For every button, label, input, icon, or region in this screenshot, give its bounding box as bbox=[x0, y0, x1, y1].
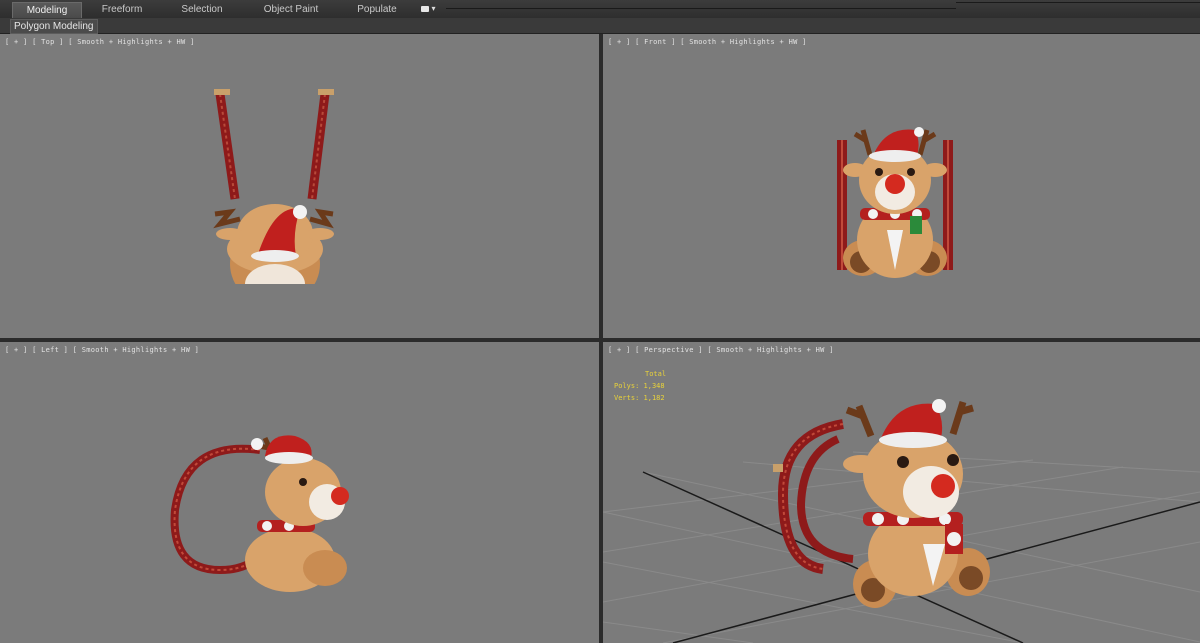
reindeer-model-perspective[interactable] bbox=[763, 394, 1003, 624]
tab-selection[interactable]: Selection bbox=[172, 2, 232, 17]
ribbon-divider-2 bbox=[956, 2, 1200, 3]
ribbon-tab-bar: Modeling Freeform Selection Object Paint… bbox=[0, 0, 1200, 19]
tab-freeform[interactable]: Freeform bbox=[92, 2, 152, 17]
tab-populate[interactable]: Populate bbox=[348, 2, 406, 17]
viewport-label-front[interactable]: [ + ] [ Front ] [ Smooth + Highlights + … bbox=[608, 38, 807, 46]
reindeer-model-left[interactable] bbox=[165, 430, 355, 600]
reindeer-model-front[interactable] bbox=[825, 120, 965, 290]
tab-object-paint[interactable]: Object Paint bbox=[256, 2, 326, 17]
viewport-perspective[interactable]: [ + ] [ Perspective ] [ Smooth + Highlig… bbox=[603, 342, 1200, 643]
tab-modeling[interactable]: Modeling bbox=[12, 2, 82, 18]
reindeer-model-top[interactable] bbox=[200, 84, 350, 284]
chevron-down-icon: ▾ bbox=[431, 4, 436, 13]
ribbon-divider bbox=[446, 8, 956, 9]
viewport-left[interactable]: [ + ] [ Left ] [ Smooth + Highlights + H… bbox=[0, 342, 599, 643]
ribbon-minimize-icon bbox=[421, 5, 429, 12]
ribbon-options-dropdown[interactable]: ▾ bbox=[421, 4, 439, 14]
polygon-modeling-panel[interactable]: Polygon Modeling bbox=[10, 19, 98, 34]
viewport-front[interactable]: [ + ] [ Front ] [ Smooth + Highlights + … bbox=[603, 34, 1200, 338]
viewport-label-left[interactable]: [ + ] [ Left ] [ Smooth + Highlights + H… bbox=[5, 346, 199, 354]
viewport-top[interactable]: [ + ] [ Top ] [ Smooth + Highlights + HW… bbox=[0, 34, 599, 338]
viewport-label-top[interactable]: [ + ] [ Top ] [ Smooth + Highlights + HW… bbox=[5, 38, 195, 46]
ribbon-panel-bar: Polygon Modeling bbox=[0, 18, 1200, 34]
